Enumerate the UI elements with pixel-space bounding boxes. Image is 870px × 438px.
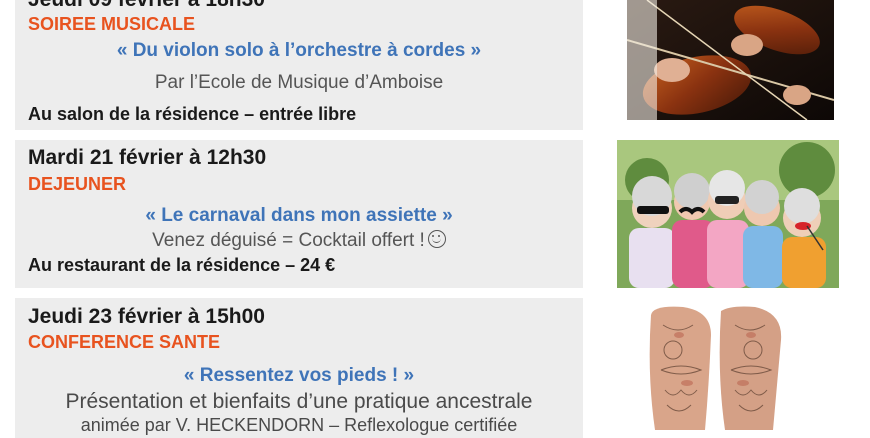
event-category: CONFERENCE SANTE bbox=[28, 332, 221, 352]
event-title: « Ressentez vos pieds ! » bbox=[183, 365, 415, 386]
event-description: Par l’Ecole de Musique d’Amboise bbox=[154, 72, 444, 93]
event-date: Jeudi 09 février à 18h30 bbox=[28, 0, 265, 12]
event-location: Au salon de la résidence – entrée libre bbox=[28, 104, 357, 124]
event-description-text: Venez déguisé = Cocktail offert ! bbox=[152, 230, 425, 251]
event-description: Venez déguisé = Cocktail offert ! bbox=[15, 230, 583, 252]
event-location: Au restaurant de la résidence – 24 € bbox=[28, 255, 336, 275]
seniors-carnival-masks-photo bbox=[617, 140, 839, 288]
violin-orchestra-photo bbox=[627, 0, 834, 120]
event-description: Présentation et bienfaits d’une pratique… bbox=[65, 390, 533, 413]
event-date: Mardi 21 février à 12h30 bbox=[28, 146, 267, 169]
event-title: « Du violon solo à l’orchestre à cordes … bbox=[116, 40, 482, 61]
event-description-2: animée par V. HECKENDORN – Reflexologue … bbox=[80, 415, 518, 435]
smiley-icon bbox=[427, 230, 446, 248]
event-date: Jeudi 23 février à 15h00 bbox=[28, 305, 265, 328]
event-category: DEJEUNER bbox=[28, 174, 127, 194]
reflexology-feet-chart-photo bbox=[643, 305, 788, 430]
event-title: « Le carnaval dans mon assiette » bbox=[145, 205, 453, 226]
event-category: SOIREE MUSICALE bbox=[28, 14, 196, 34]
